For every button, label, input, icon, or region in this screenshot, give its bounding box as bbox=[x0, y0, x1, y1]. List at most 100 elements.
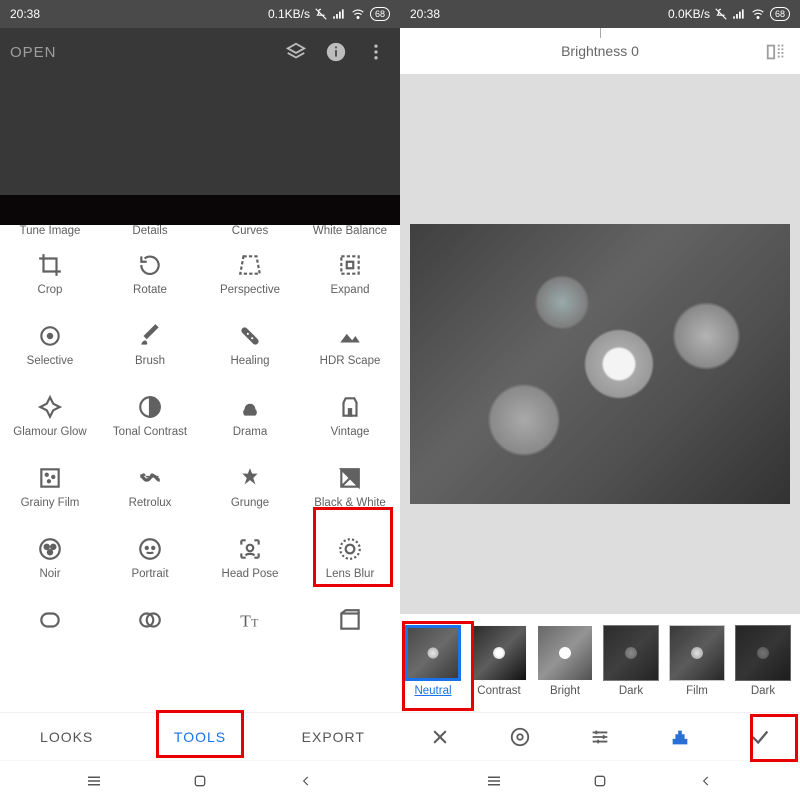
lensblur-icon bbox=[335, 534, 365, 564]
healing-icon bbox=[235, 321, 265, 351]
tool-white-balance[interactable]: White Balance bbox=[300, 225, 400, 243]
tool-rotate[interactable]: Rotate bbox=[100, 243, 200, 314]
tab-tools[interactable]: TOOLS bbox=[133, 713, 266, 761]
tonal-icon bbox=[135, 392, 165, 422]
selective-icon bbox=[35, 321, 65, 351]
grunge-icon bbox=[235, 463, 265, 493]
histogram-button[interactable] bbox=[640, 713, 720, 761]
glamour-icon bbox=[35, 392, 65, 422]
signal-icon bbox=[332, 7, 346, 21]
tool-selective[interactable]: Selective bbox=[0, 314, 100, 385]
nav-recents[interactable] bbox=[482, 769, 506, 793]
layers-icon[interactable] bbox=[282, 38, 310, 66]
preset-thumb bbox=[537, 625, 593, 681]
preset-thumb bbox=[735, 625, 791, 681]
info-icon[interactable] bbox=[322, 38, 350, 66]
double-exposure-icon bbox=[135, 605, 165, 635]
tool-noir[interactable]: Noir bbox=[0, 527, 100, 598]
tool-perspective[interactable]: Perspective bbox=[200, 243, 300, 314]
tool-crop[interactable]: Crop bbox=[0, 243, 100, 314]
tool-curves[interactable]: Curves bbox=[200, 225, 300, 243]
preset-contrast[interactable]: Contrast bbox=[470, 625, 528, 697]
preset-film[interactable]: Film bbox=[668, 625, 726, 697]
wifi-icon bbox=[350, 7, 366, 21]
nav-home[interactable] bbox=[188, 769, 212, 793]
headpose-icon bbox=[235, 534, 265, 564]
preset-neutral[interactable]: Neutral bbox=[404, 625, 462, 697]
settings-wheel-button[interactable] bbox=[480, 713, 560, 761]
tool-tonal-contrast[interactable]: Tonal Contrast bbox=[100, 385, 200, 456]
brush-icon bbox=[135, 321, 165, 351]
adjust-value: 0 bbox=[631, 43, 639, 59]
mute-icon bbox=[714, 7, 728, 21]
status-bar: 20:38 0.1KB/s 68 bbox=[0, 0, 400, 28]
nav-back[interactable] bbox=[694, 769, 718, 793]
tool-grunge[interactable]: Grunge bbox=[200, 456, 300, 527]
tool-lens-blur[interactable]: Lens Blur bbox=[300, 527, 400, 598]
battery-icon: 68 bbox=[370, 7, 390, 21]
expand-icon bbox=[335, 250, 365, 280]
preset-thumb bbox=[405, 625, 461, 681]
noir-icon bbox=[35, 534, 65, 564]
app-top-bar: OPEN bbox=[0, 28, 400, 76]
tool-extra-2[interactable] bbox=[100, 598, 200, 669]
status-net: 0.1KB/s bbox=[268, 7, 310, 21]
status-bar: 20:38 0.0KB/s 68 bbox=[400, 0, 800, 28]
frame-icon bbox=[335, 605, 365, 635]
sliders-button[interactable] bbox=[560, 713, 640, 761]
tool-details[interactable]: Details bbox=[100, 225, 200, 243]
portrait-icon bbox=[135, 534, 165, 564]
adjust-header[interactable]: Brightness 0 bbox=[400, 28, 800, 74]
tool-expand[interactable]: Expand bbox=[300, 243, 400, 314]
more-icon[interactable] bbox=[362, 38, 390, 66]
preset-thumb bbox=[603, 625, 659, 681]
tool-healing[interactable]: Healing bbox=[200, 314, 300, 385]
preview-image bbox=[410, 224, 790, 504]
open-button[interactable]: OPEN bbox=[10, 44, 57, 61]
vignette-icon bbox=[35, 605, 65, 635]
tool-head-pose[interactable]: Head Pose bbox=[200, 527, 300, 598]
tool-portrait[interactable]: Portrait bbox=[100, 527, 200, 598]
svg-text:T: T bbox=[240, 612, 251, 631]
android-nav-bar bbox=[400, 760, 800, 801]
preset-darker[interactable]: Dark bbox=[734, 625, 792, 697]
tab-looks[interactable]: LOOKS bbox=[0, 713, 133, 761]
nav-recents[interactable] bbox=[82, 769, 106, 793]
crop-icon bbox=[35, 250, 65, 280]
editor-action-bar bbox=[400, 713, 800, 761]
preset-dark[interactable]: Dark bbox=[602, 625, 660, 697]
battery-icon: 68 bbox=[770, 7, 790, 21]
compare-icon[interactable] bbox=[762, 38, 790, 66]
tool-extra-1[interactable] bbox=[0, 598, 100, 669]
preset-thumb bbox=[669, 625, 725, 681]
preset-thumb bbox=[471, 625, 527, 681]
text-icon: TT bbox=[235, 605, 265, 635]
slider-tick bbox=[600, 28, 601, 38]
vintage-icon bbox=[335, 392, 365, 422]
tool-grainy-film[interactable]: Grainy Film bbox=[0, 456, 100, 527]
tool-retrolux[interactable]: Retrolux bbox=[100, 456, 200, 527]
tool-drama[interactable]: Drama bbox=[200, 385, 300, 456]
nav-home[interactable] bbox=[588, 769, 612, 793]
tab-export[interactable]: EXPORT bbox=[267, 713, 400, 761]
nav-back[interactable] bbox=[294, 769, 318, 793]
preset-bright[interactable]: Bright bbox=[536, 625, 594, 697]
apply-button[interactable] bbox=[720, 713, 800, 761]
tool-extra-4[interactable] bbox=[300, 598, 400, 669]
perspective-icon bbox=[235, 250, 265, 280]
tool-extra-3[interactable]: TT bbox=[200, 598, 300, 669]
tool-vintage[interactable]: Vintage bbox=[300, 385, 400, 456]
bw-icon bbox=[335, 463, 365, 493]
tool-tune-image[interactable]: Tune Image bbox=[0, 225, 100, 243]
adjust-label: Brightness bbox=[561, 43, 627, 59]
grainy-icon bbox=[35, 463, 65, 493]
bw-preset-strip[interactable]: Neutral Contrast Bright Dark Film Dark bbox=[400, 623, 800, 713]
tool-hdr-scape[interactable]: HDR Scape bbox=[300, 314, 400, 385]
status-time: 20:38 bbox=[10, 7, 40, 21]
image-canvas-area[interactable] bbox=[400, 74, 800, 614]
cancel-button[interactable] bbox=[400, 713, 480, 761]
tool-black-white[interactable]: Black & White bbox=[300, 456, 400, 527]
tool-brush[interactable]: Brush bbox=[100, 314, 200, 385]
drama-icon bbox=[235, 392, 265, 422]
tool-glamour-glow[interactable]: Glamour Glow bbox=[0, 385, 100, 456]
